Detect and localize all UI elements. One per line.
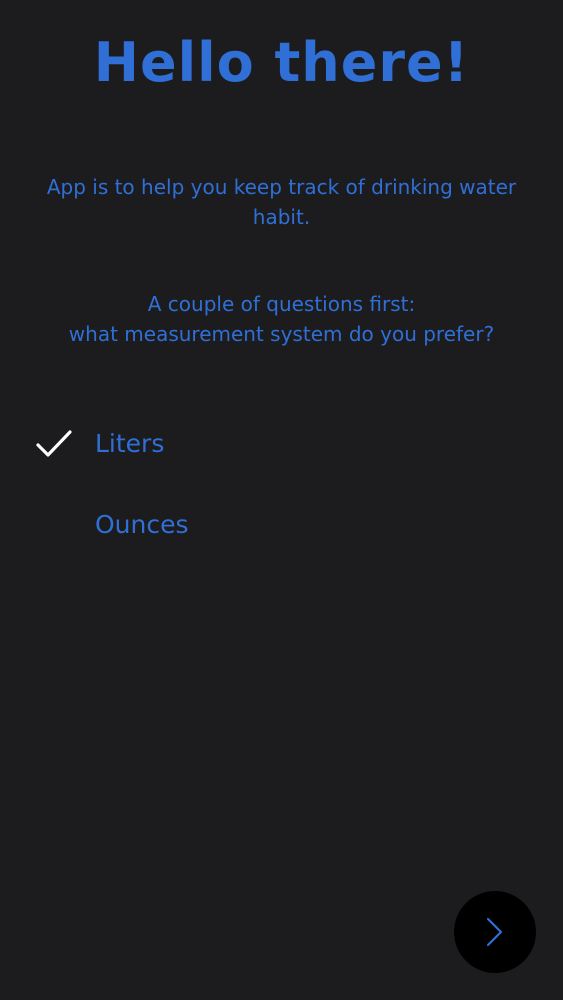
option-label: Liters <box>95 429 165 458</box>
checkmark-icon <box>34 428 74 460</box>
option-liters[interactable]: Liters <box>0 414 563 474</box>
question-line-2: what measurement system do you prefer? <box>68 322 495 346</box>
question-line-1: A couple of questions first: <box>147 292 416 316</box>
option-ounces[interactable]: Ounces <box>0 495 563 555</box>
next-button[interactable] <box>454 891 536 973</box>
intro-text: App is to help you keep track of drinkin… <box>46 175 517 229</box>
chevron-right-icon <box>486 917 503 947</box>
option-label: Ounces <box>95 510 189 539</box>
question-text: A couple of questions first: what measur… <box>30 289 533 349</box>
page-title: Hello there! <box>93 31 470 94</box>
